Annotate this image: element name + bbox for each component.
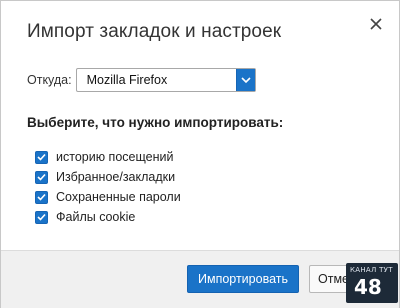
checkbox-favorites[interactable]: [35, 170, 48, 184]
option-label: историю посещений: [56, 150, 174, 164]
check-icon: [37, 213, 46, 221]
close-icon[interactable]: [367, 15, 385, 33]
section-heading: Выберите, что нужно импортировать:: [27, 115, 284, 130]
source-select[interactable]: Mozilla Firefox: [75, 68, 256, 92]
dialog-footer: Импортировать Отмена: [1, 250, 399, 308]
checkbox-cookies[interactable]: [35, 210, 48, 224]
chevron-down-icon[interactable]: [235, 69, 255, 91]
option-label: Избранное/закладки: [56, 170, 176, 184]
check-icon: [37, 153, 46, 161]
checkbox-passwords[interactable]: [35, 190, 48, 204]
source-row: Откуда: Mozilla Firefox: [27, 67, 256, 93]
dialog-title: Импорт закладок и настроек: [27, 21, 282, 42]
watermark-number: 48: [354, 275, 382, 299]
checkbox-history[interactable]: [35, 150, 48, 164]
option-label: Файлы cookie: [56, 210, 136, 224]
check-icon: [37, 193, 46, 201]
option-cookies[interactable]: Файлы cookie: [35, 207, 181, 227]
import-button[interactable]: Импортировать: [187, 265, 299, 293]
option-label: Сохраненные пароли: [56, 190, 181, 204]
watermark-logo: КАНАЛ ТУТ 48: [346, 263, 398, 303]
option-favorites[interactable]: Избранное/закладки: [35, 167, 181, 187]
watermark-text: КАНАЛ ТУТ: [350, 266, 393, 274]
source-select-value: Mozilla Firefox: [86, 73, 168, 87]
source-label: Откуда:: [27, 73, 72, 87]
option-passwords[interactable]: Сохраненные пароли: [35, 187, 181, 207]
import-options: историю посещений Избранное/закладки Сох…: [35, 147, 181, 227]
option-history[interactable]: историю посещений: [35, 147, 181, 167]
check-icon: [37, 173, 46, 181]
